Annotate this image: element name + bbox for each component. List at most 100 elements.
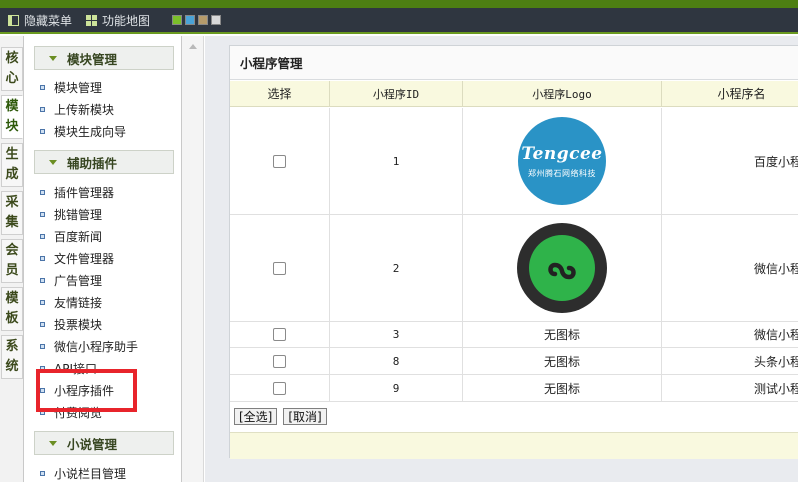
- sidebar-section-header[interactable]: 辅助插件: [34, 150, 174, 174]
- bullet-icon: [40, 128, 45, 134]
- row-checkbox[interactable]: [273, 354, 286, 368]
- select-all-button[interactable]: [全选]: [234, 408, 278, 425]
- column-header: 小程序ID: [330, 81, 463, 107]
- row-checkbox[interactable]: [273, 261, 286, 275]
- vtab-char: 会: [5, 243, 19, 258]
- table-cell: 无图标: [463, 322, 662, 348]
- hide-menu-button[interactable]: 隐藏菜单: [8, 12, 72, 29]
- table-cell: 微信小程: [662, 322, 798, 348]
- hide-menu-icon: [8, 14, 19, 26]
- chevron-down-icon: [49, 55, 57, 61]
- theme-swatch-gray[interactable]: [211, 15, 222, 25]
- vtab-6[interactable]: 系统: [1, 335, 23, 379]
- sidebar-section-title: 模块管理: [67, 51, 118, 67]
- vtab-char: 员: [5, 263, 19, 278]
- table-cell: 8: [330, 348, 463, 375]
- sidebar-item[interactable]: 友情链接: [40, 293, 102, 311]
- main-area: 小程序管理 选择 小程序ID 小程序Logo 小程序名 1 Tengcee 郑州腾石网络科…: [205, 36, 798, 482]
- vtab-4[interactable]: 会员: [1, 239, 23, 283]
- bullet-icon: [40, 189, 45, 195]
- vtab-char: 采: [5, 195, 19, 210]
- vtab-char: 核: [5, 51, 19, 66]
- scroll-up-arrow-icon[interactable]: [189, 44, 197, 49]
- vtab-char: 块: [5, 119, 19, 134]
- vertical-tabs: 核心模块生成采集会员模板系统: [0, 36, 24, 482]
- table-cell: [230, 322, 330, 348]
- vtab-char: 模: [5, 99, 19, 114]
- grid-icon: [86, 14, 98, 26]
- row-checkbox[interactable]: [273, 328, 286, 341]
- sidebar-section-title: 辅助插件: [67, 155, 118, 171]
- table-cell: 头条小程: [662, 348, 798, 375]
- sidebar-scroll-strip: [182, 36, 204, 482]
- sidebar-item-label: 上传新模块: [54, 102, 115, 117]
- table-cell: 2: [330, 215, 463, 322]
- column-header: 小程序名: [662, 81, 798, 107]
- bullet-icon: [40, 84, 45, 90]
- sidebar-item[interactable]: 挑错管理: [40, 205, 102, 223]
- sidebar-item[interactable]: 模块管理: [40, 78, 102, 96]
- sidebar-item-label: 百度新闻: [54, 229, 103, 244]
- vtab-char: 心: [5, 71, 19, 86]
- sidebar-item[interactable]: 模块生成向导: [40, 122, 126, 140]
- table-cell: [230, 215, 330, 322]
- top-strip: [0, 0, 798, 8]
- bullet-icon: [40, 470, 45, 476]
- sidebar-item-label: 模块管理: [54, 80, 103, 95]
- sidebar-item-label: 友情链接: [54, 295, 103, 310]
- hide-menu-label: 隐藏菜单: [24, 13, 73, 28]
- row-checkbox[interactable]: [273, 154, 286, 168]
- theme-swatches: [172, 15, 222, 25]
- logo-name: Tengcee: [521, 143, 603, 164]
- table-cell: 微信小程: [662, 215, 798, 322]
- bullet-icon: [40, 343, 45, 349]
- sidebar-item-label: 挑错管理: [54, 207, 103, 222]
- table-footer: [230, 432, 798, 459]
- column-header: 小程序Logo: [463, 81, 662, 107]
- sidebar-item-label: 文件管理器: [54, 251, 115, 266]
- table-cell: 9: [330, 375, 463, 402]
- vtab-char: 生: [5, 147, 19, 162]
- table-actions: [全选] [取消]: [234, 408, 327, 425]
- sidebar-section-header[interactable]: 模块管理: [34, 46, 174, 70]
- theme-swatch-blue[interactable]: [185, 15, 196, 25]
- vtab-1[interactable]: 模块: [1, 95, 23, 139]
- sidebar-item-label: 微信小程序助手: [54, 339, 139, 354]
- chevron-down-icon: [49, 440, 57, 446]
- sidebar-item[interactable]: 小说栏目管理: [40, 464, 126, 482]
- bullet-icon: [40, 321, 45, 327]
- sidebar-item[interactable]: 插件管理器: [40, 183, 114, 201]
- sidebar-item[interactable]: 投票模块: [40, 315, 102, 333]
- site-map-button[interactable]: 功能地图: [86, 12, 150, 29]
- sidebar-section-header[interactable]: 小说管理: [34, 431, 174, 455]
- table-cell: [230, 375, 330, 402]
- cancel-button[interactable]: [取消]: [283, 408, 327, 425]
- column-header: 选择: [230, 81, 330, 107]
- sidebar: 模块管理 模块管理 上传新模块 模块生成向导 辅助插件 插件管理器 挑错管理 百度新闻 文件管理…: [24, 36, 182, 482]
- vtab-char: 系: [5, 339, 19, 354]
- top-toolbar: 隐藏菜单 功能地图: [0, 8, 798, 34]
- theme-swatch-brown[interactable]: [198, 15, 209, 25]
- table-cell: 测试小程: [662, 375, 798, 402]
- sidebar-item-label: 模块生成向导: [54, 124, 127, 139]
- theme-swatch-green[interactable]: [172, 15, 183, 25]
- tengcee-logo: Tengcee 郑州腾石网络科技: [518, 117, 606, 205]
- sidebar-item[interactable]: 上传新模块: [40, 100, 114, 118]
- sidebar-item[interactable]: 微信小程序助手: [40, 337, 138, 355]
- vtab-5[interactable]: 模板: [1, 287, 23, 331]
- vtab-char: 统: [5, 359, 19, 374]
- table-header: 选择 小程序ID 小程序Logo 小程序名: [230, 81, 798, 107]
- sidebar-item[interactable]: 百度新闻: [40, 227, 102, 245]
- table-cell: 无图标: [463, 348, 662, 375]
- vtab-3[interactable]: 采集: [1, 191, 23, 235]
- row-checkbox[interactable]: [273, 381, 286, 395]
- vtab-0[interactable]: 核心: [1, 47, 23, 91]
- sidebar-item[interactable]: 广告管理: [40, 271, 102, 289]
- table-cell: [463, 215, 662, 322]
- vtab-2[interactable]: 生成: [1, 143, 23, 187]
- logo-subtitle: 郑州腾石网络科技: [528, 168, 596, 178]
- site-map-label: 功能地图: [102, 13, 151, 28]
- sidebar-item[interactable]: 文件管理器: [40, 249, 114, 267]
- highlight-annotation: [36, 369, 137, 412]
- bullet-icon: [40, 211, 45, 217]
